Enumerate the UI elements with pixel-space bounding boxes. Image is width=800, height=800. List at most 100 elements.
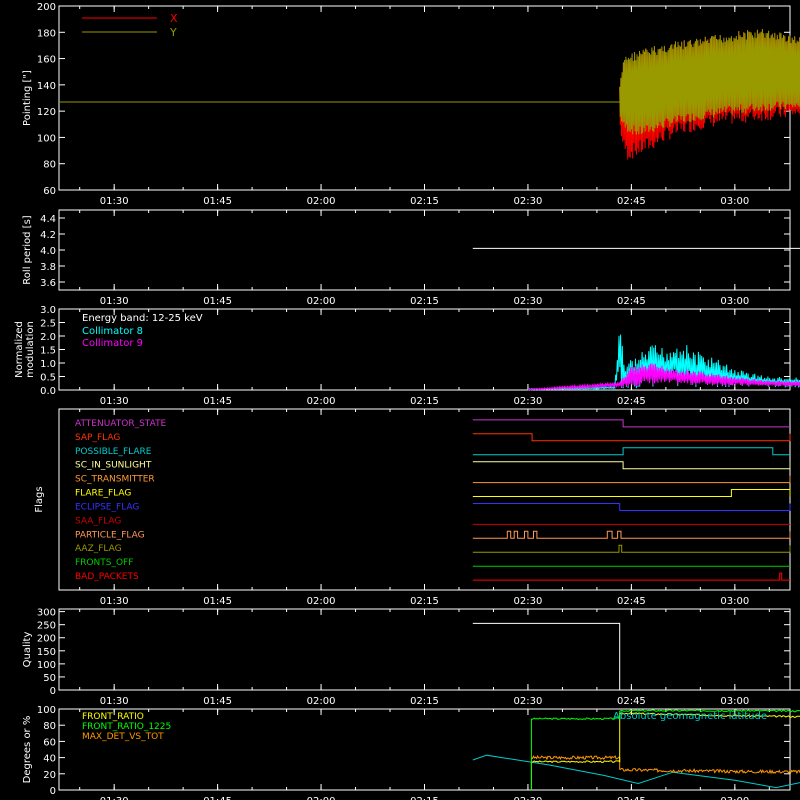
- y-tick-label: 50: [43, 673, 56, 684]
- y-tick-label: 100: [37, 660, 56, 671]
- y-tick-label: 3.6: [40, 278, 56, 289]
- y-tick-label: 40: [43, 754, 56, 765]
- y-tick-label: 0.5: [40, 373, 56, 384]
- x-tick-label: 02:30: [514, 696, 543, 707]
- y-axis-label: Roll period [s]: [22, 215, 33, 284]
- y-tick-label: 3.0: [40, 305, 56, 316]
- flag-label: PARTICLE_FLAG: [75, 530, 145, 540]
- flag-line-sap-flag: [472, 433, 791, 442]
- y-tick-label: 2.5: [40, 319, 56, 330]
- flag-line-aaz-flag: [472, 544, 791, 553]
- x-tick-label: 02:00: [307, 696, 336, 707]
- y-tick-label: 120: [37, 107, 56, 118]
- x-tick-label: 03:00: [720, 696, 749, 707]
- y-tick-label: 100: [37, 133, 56, 144]
- y-tick-label: 140: [37, 81, 56, 92]
- flag-label: SAA_FLAG: [75, 516, 121, 526]
- x-tick-label: 03:00: [720, 296, 749, 307]
- y-tick-label: 4.4: [40, 214, 56, 225]
- x-tick-label: 02:30: [514, 196, 543, 207]
- y-tick-label: 20: [43, 770, 56, 781]
- flag-line-eclipse-flag: [472, 503, 791, 511]
- y-tick-label: 80: [43, 160, 56, 171]
- legend-label: X: [170, 12, 178, 25]
- y-tick-label: 4.2: [40, 230, 56, 241]
- flag-label: SAP_FLAG: [75, 433, 120, 443]
- x-tick-label: 01:30: [100, 196, 129, 207]
- flag-label: POSSIBLE_FLARE: [75, 447, 152, 457]
- flag-label: FLARE_FLAG: [75, 489, 131, 499]
- x-tick-label: 02:15: [410, 296, 439, 307]
- x-tick-label: 02:00: [307, 596, 336, 607]
- flag-line-attenuator-state: [472, 419, 790, 428]
- x-tick-label: 01:45: [203, 296, 232, 307]
- y-tick-label: 0.0: [40, 386, 56, 397]
- y-axis-label: Flags: [34, 486, 45, 512]
- flag-label: ECLIPSE_FLAG: [75, 502, 139, 512]
- x-tick-label: 01:30: [100, 696, 129, 707]
- x-tick-label: 03:00: [720, 596, 749, 607]
- plot-frame-1: [58, 209, 791, 291]
- x-tick-label: 02:15: [410, 696, 439, 707]
- x-tick-label: 02:45: [617, 296, 646, 307]
- y-axis-label: Quality: [22, 632, 33, 668]
- y-tick-label: 200: [37, 634, 56, 645]
- x-tick-label: 02:30: [514, 596, 543, 607]
- y-tick-label: 0: [50, 786, 56, 797]
- y-tick-label: 160: [37, 55, 56, 66]
- legend-label: MAX_DET_VS_TOT: [82, 732, 164, 742]
- y-tick-label: 1.5: [40, 346, 56, 357]
- x-tick-label: 02:45: [617, 596, 646, 607]
- x-tick-label: 01:30: [100, 596, 129, 607]
- rhessi-summary-figure: 01:30 01:45 02:00 02:15 02:30 02:45 03:00 60 80 1…: [14, 2, 800, 800]
- x-tick-label: 02:00: [307, 196, 336, 207]
- y-tick-label: 3.8: [40, 262, 56, 273]
- x-tick-label: 02:15: [410, 196, 439, 207]
- x-tick-label: 03:00: [720, 796, 749, 800]
- y-axis-label: Pointing ["]: [22, 70, 33, 126]
- y-tick-label: 180: [37, 28, 56, 39]
- x-tick-label: 01:45: [203, 796, 232, 800]
- y-tick-label: 100: [37, 705, 56, 716]
- x-tick-label: 01:30: [100, 296, 129, 307]
- x-tick-label: 02:45: [617, 796, 646, 800]
- latitude-annotation: Absolute geomagnetic latitude: [613, 711, 767, 722]
- legend-title: Energy band: 12-25 keV: [82, 313, 203, 324]
- x-tick-label: 01:30: [100, 796, 129, 800]
- x-tick-label: 02:30: [514, 296, 543, 307]
- legend-label: FRONT_RATIO: [82, 712, 144, 722]
- y-tick-label: 60: [43, 186, 56, 197]
- flag-label: ATTENUATOR_STATE: [75, 419, 167, 429]
- flag-line-possible-flare: [472, 447, 790, 456]
- y-axis-label: modulation: [25, 321, 36, 378]
- x-tick-label: 02:00: [307, 396, 336, 407]
- x-tick-label: 03:00: [720, 196, 749, 207]
- y-axis-label: Degrees or %: [22, 716, 33, 784]
- y-tick-label: 60: [43, 737, 56, 748]
- x-tick-label: 01:45: [203, 396, 232, 407]
- x-tick-label: 01:45: [203, 196, 232, 207]
- flag-label: AAZ_FLAG: [75, 544, 122, 554]
- x-tick-label: 02:15: [410, 596, 439, 607]
- y-tick-label: 2.0: [40, 332, 56, 343]
- x-tick-label: 02:45: [617, 396, 646, 407]
- y-tick-label: 250: [37, 621, 56, 632]
- front-ratio-line: [530, 712, 800, 790]
- legend-label: FRONT_RATIO_1225: [82, 722, 171, 732]
- x-tick-label: 03:00: [720, 396, 749, 407]
- flag-line-particle-flag: [472, 530, 791, 539]
- flag-line-flare-flag: [472, 489, 791, 497]
- x-tick-label: 01:45: [203, 696, 232, 707]
- max-det-vs-tot-line: [531, 755, 800, 775]
- legend-label: Y: [169, 26, 177, 39]
- y-tick-label: 150: [37, 647, 56, 658]
- y-tick-label: 200: [37, 2, 56, 13]
- x-tick-label: 02:00: [307, 796, 336, 800]
- legend-label: Collimator 8: [82, 326, 143, 337]
- y-axis-label: Normalized: [14, 321, 25, 378]
- x-tick-label: 02:15: [410, 396, 439, 407]
- x-tick-label: 01:30: [100, 396, 129, 407]
- flag-label: SC_IN_SUNLIGHT: [75, 461, 152, 471]
- quality-line: [472, 622, 800, 691]
- y-tick-label: 0: [50, 686, 56, 697]
